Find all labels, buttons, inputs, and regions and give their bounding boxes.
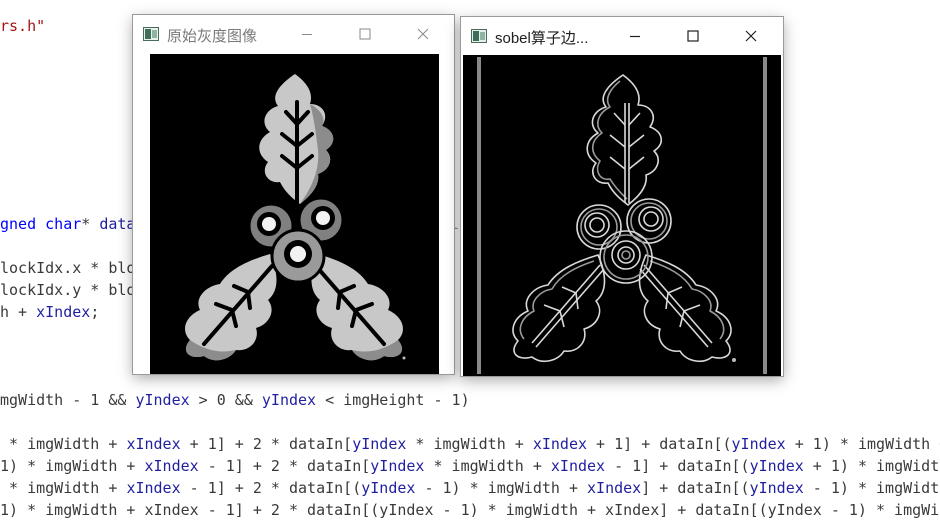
maximize-icon — [359, 28, 371, 40]
code-token: 1) * imgWidth + xIndex - 1] + 2 * dataIn… — [0, 501, 940, 519]
opencv-app-icon — [143, 27, 159, 41]
code-token: - 1] + 2 * dataIn[ — [198, 457, 371, 475]
code-line: gned char* data — [0, 213, 135, 235]
code-token: xIndex — [126, 479, 181, 497]
maximize-button[interactable] — [342, 15, 388, 53]
code-line: * imgWidth + xIndex - 1] + 2 * dataIn[(y… — [0, 477, 940, 499]
code-token: - 1] + 2 * dataIn[( — [180, 479, 362, 497]
holly-leaves-sobel-edge-image — [463, 55, 781, 376]
code-token: ] + dataIn[( — [641, 479, 750, 497]
code-token: ; — [90, 303, 100, 321]
code-token: yIndex — [749, 457, 804, 475]
code-token: mgWidth - 1 && — [0, 391, 136, 409]
image-canvas — [463, 55, 781, 376]
code-token: xIndex — [550, 457, 606, 475]
image-canvas — [150, 54, 439, 374]
code-token: gned char — [0, 215, 82, 233]
code-token: 1) * imgWidth + — [0, 457, 145, 475]
minimize-icon — [630, 35, 640, 38]
code-token: - 1) * imgWidth + — [415, 479, 588, 497]
code-line: rs.h" — [0, 15, 45, 37]
original-image-window[interactable]: 原始灰度图像 — [133, 15, 454, 374]
code-token: + 1) * imgWidth — [803, 457, 940, 475]
close-button[interactable] — [728, 17, 774, 55]
code-token: * imgWidth + — [0, 435, 127, 453]
code-token: * — [81, 215, 100, 233]
minimize-icon — [302, 34, 312, 35]
code-token: data — [99, 215, 136, 233]
titlebar[interactable]: sobel算子边... — [461, 17, 783, 55]
code-token: + 1] + dataIn[( — [587, 435, 732, 453]
code-token: * imgWidth + — [406, 435, 533, 453]
opencv-app-icon — [471, 29, 487, 43]
maximize-icon — [687, 30, 699, 42]
code-token: yIndex — [261, 391, 317, 409]
minimize-button[interactable] — [612, 17, 658, 55]
code-token: xIndex — [587, 479, 642, 497]
window-title: sobel算子边... — [495, 30, 589, 47]
code-token: lockIdx.x * blo — [0, 259, 136, 277]
code-token: xIndex — [144, 457, 199, 475]
minimize-button[interactable] — [284, 15, 330, 53]
code-line: lockIdx.y * blo — [0, 279, 135, 301]
titlebar[interactable]: 原始灰度图像 — [133, 15, 454, 53]
code-line: h + xIndex; — [0, 301, 99, 323]
code-token: > 0 && — [189, 391, 262, 409]
code-token: xIndex — [36, 303, 91, 321]
code-line: lockIdx.x * blo — [0, 257, 135, 279]
code-token: yIndex — [135, 391, 190, 409]
holly-leaves-grayscale-image — [150, 54, 439, 374]
code-token: h + — [0, 303, 37, 321]
window-title: 原始灰度图像 — [167, 28, 258, 45]
code-token: < imgHeight - 1) — [316, 391, 470, 409]
code-token: yIndex — [731, 435, 786, 453]
code-line: 1) * imgWidth + xIndex - 1] + 2 * dataIn… — [0, 455, 940, 477]
sobel-image-window[interactable]: sobel算子边... — [461, 17, 783, 376]
code-token: yIndex — [352, 435, 407, 453]
code-token: xIndex — [532, 435, 588, 453]
code-token: yIndex — [370, 457, 425, 475]
code-token: + 1] + 2 * dataIn[ — [180, 435, 353, 453]
code-token: * imgWidth + — [0, 479, 127, 497]
code-token: + 1) * imgWidth + — [785, 435, 940, 453]
close-icon — [745, 30, 757, 42]
code-token: rs.h" — [0, 17, 46, 35]
code-line: mgWidth - 1 && yIndex > 0 && yIndex < im… — [0, 389, 470, 411]
code-line: 1) * imgWidth + xIndex - 1] + 2 * dataIn… — [0, 499, 940, 521]
maximize-button[interactable] — [670, 17, 716, 55]
code-token: - 1) * imgWidth — [803, 479, 940, 497]
code-token: xIndex — [126, 435, 181, 453]
close-button[interactable] — [400, 15, 446, 53]
code-token: lockIdx.y * blo — [0, 281, 136, 299]
code-token: * imgWidth + — [424, 457, 551, 475]
code-token: yIndex — [749, 479, 804, 497]
code-token: yIndex — [361, 479, 416, 497]
code-line: * imgWidth + xIndex + 1] + 2 * dataIn[yI… — [0, 433, 940, 455]
close-icon — [417, 28, 429, 40]
code-token: - 1] + dataIn[( — [605, 457, 750, 475]
